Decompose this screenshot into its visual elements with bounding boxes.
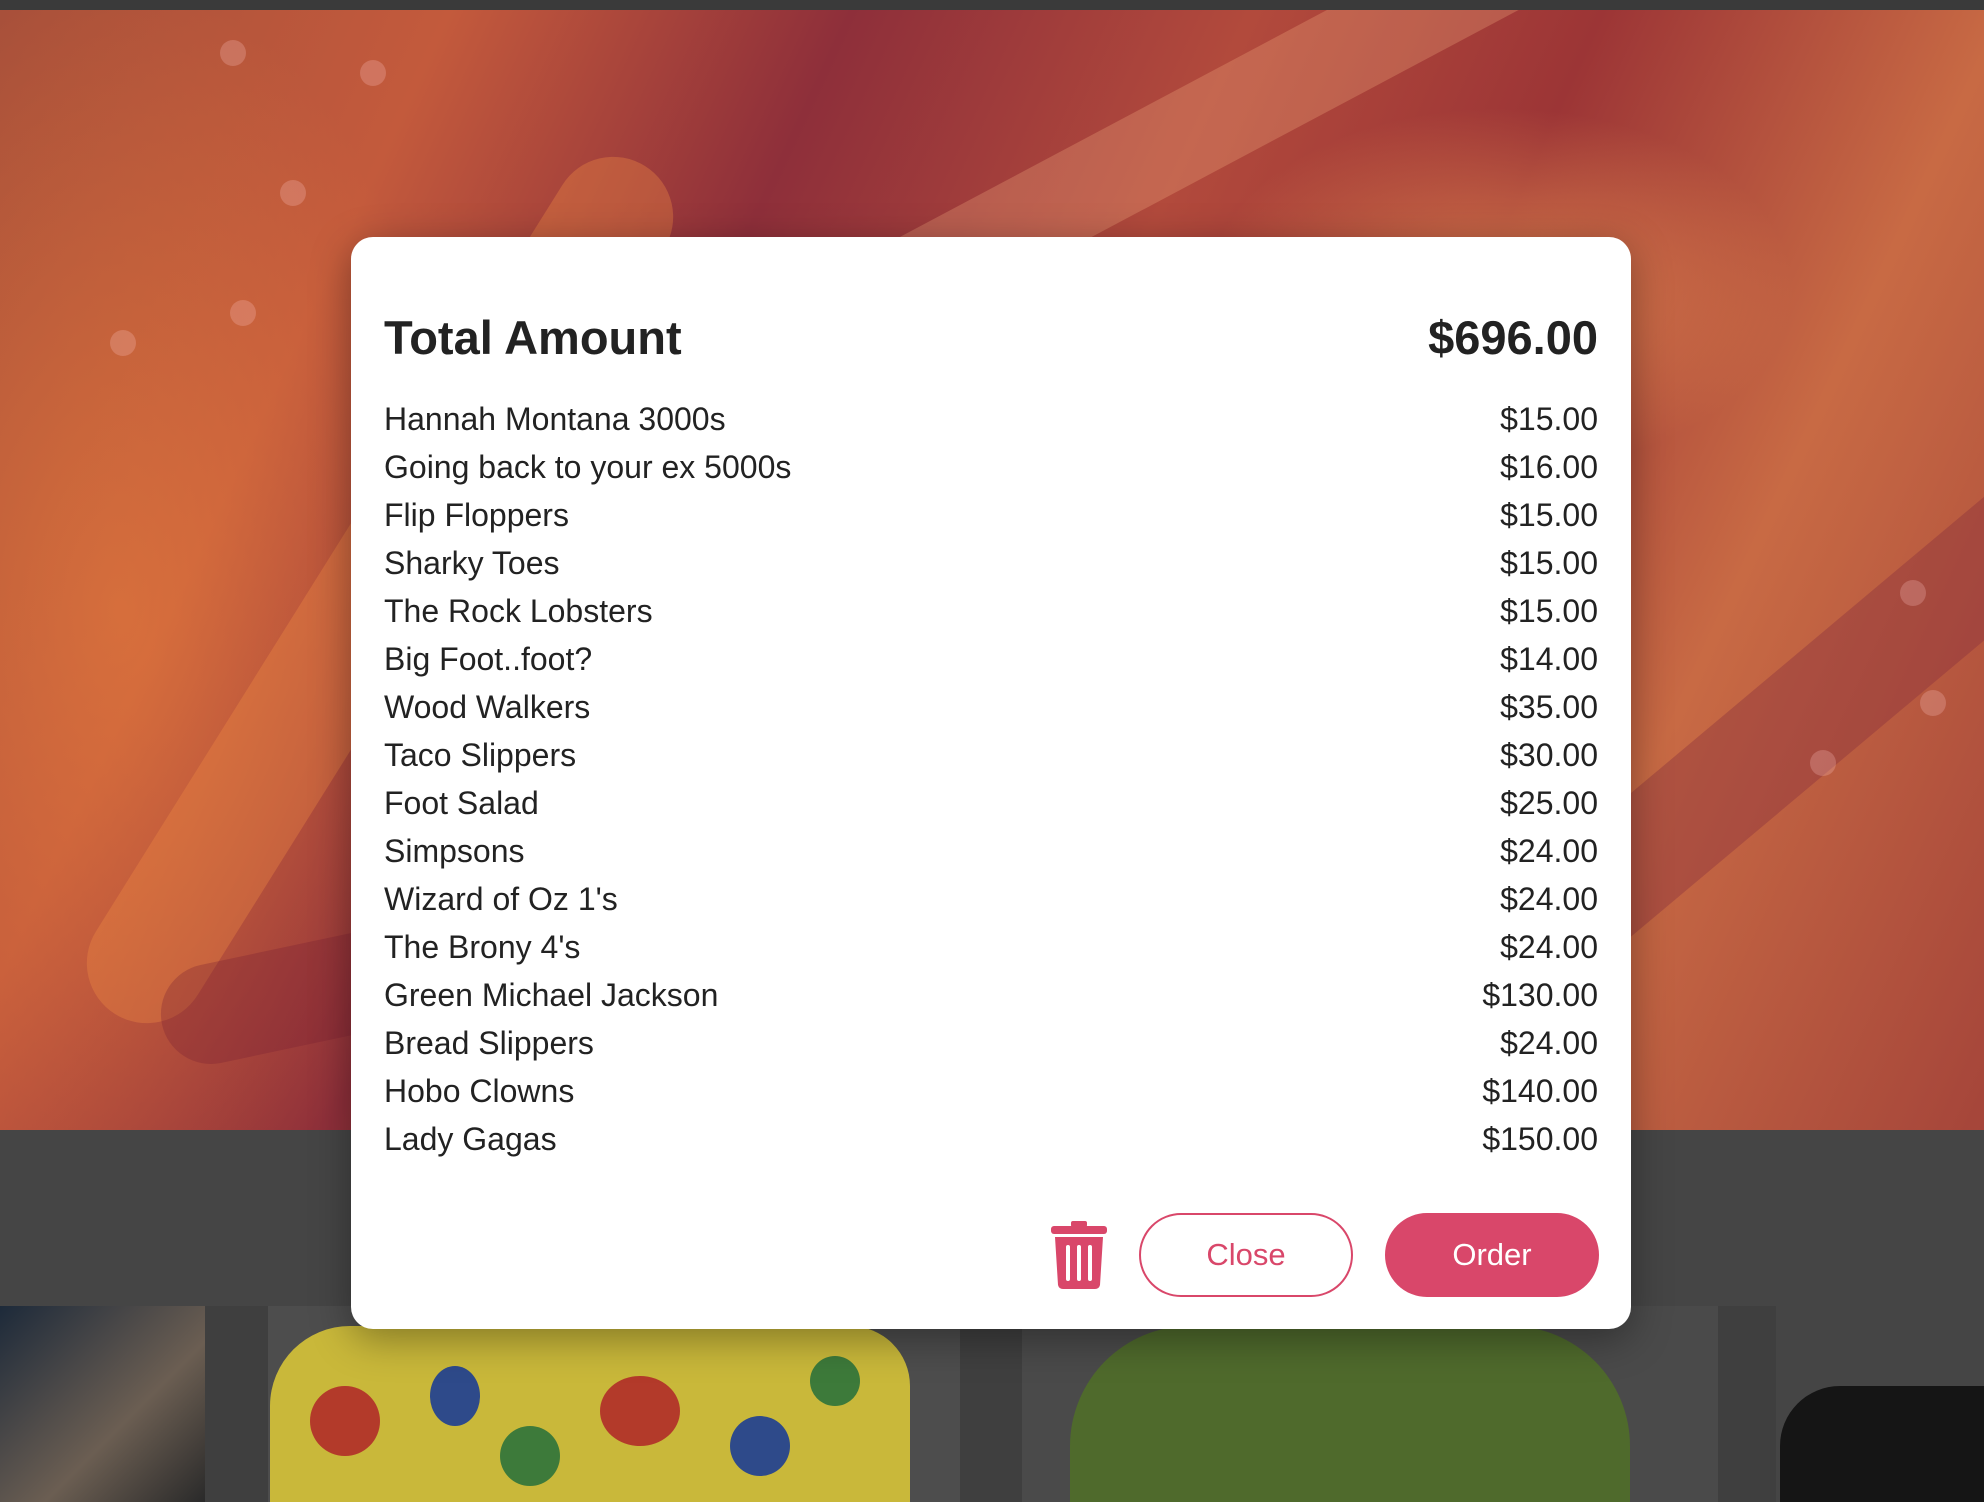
- cart-item: Wizard of Oz 1's $24.00: [384, 875, 1598, 923]
- product-card[interactable]: [0, 1306, 205, 1502]
- cart-item-name: Big Foot..foot?: [384, 640, 593, 677]
- cart-item-name: The Brony 4's: [384, 928, 581, 965]
- cart-item-price: $14.00: [1500, 640, 1598, 677]
- cart-modal: Total Amount $696.00 Hannah Montana 3000…: [351, 237, 1631, 1329]
- product-image-spot: [310, 1386, 380, 1456]
- browser-top-bar: [0, 0, 1984, 10]
- cart-item-name: Hobo Clowns: [384, 1072, 575, 1109]
- cart-item-name: Flip Floppers: [384, 496, 569, 533]
- cart-item-price: $15.00: [1500, 592, 1598, 629]
- cart-item: Green Michael Jackson $130.00: [384, 971, 1598, 1019]
- product-image: [1070, 1326, 1630, 1502]
- cart-item-price: $15.00: [1500, 496, 1598, 533]
- cart-item-name: Green Michael Jackson: [384, 976, 719, 1013]
- cart-item-price: $25.00: [1500, 784, 1598, 821]
- hero-dot: [1810, 750, 1836, 776]
- cart-item-price: $24.00: [1500, 1024, 1598, 1061]
- order-button[interactable]: Order: [1385, 1213, 1599, 1297]
- cart-item: Simpsons $24.00: [384, 827, 1598, 875]
- cart-item: The Rock Lobsters $15.00: [384, 587, 1598, 635]
- cart-item-price: $140.00: [1482, 1072, 1598, 1109]
- hero-dot: [230, 300, 256, 326]
- product-image-spot: [600, 1376, 680, 1446]
- cart-item-name: Wood Walkers: [384, 688, 591, 725]
- cart-item-name: Foot Salad: [384, 784, 539, 821]
- cart-total: $696.00: [1428, 310, 1598, 364]
- cart-item-price: $30.00: [1500, 736, 1598, 773]
- product-image: [1780, 1386, 1984, 1502]
- cart-item-price: $24.00: [1500, 832, 1598, 869]
- cart-item: Lady Gagas $150.00: [384, 1115, 1598, 1163]
- cart-actions: Close Order: [1051, 1213, 1599, 1297]
- cart-items-list: Hannah Montana 3000s $15.00 Going back to …: [384, 395, 1598, 1163]
- cart-item: The Brony 4's $24.00: [384, 923, 1598, 971]
- hero-dot: [280, 180, 306, 206]
- cart-item-name: The Rock Lobsters: [384, 592, 653, 629]
- product-image-spot: [810, 1356, 860, 1406]
- cart-item: Flip Floppers $15.00: [384, 491, 1598, 539]
- cart-item-price: $130.00: [1482, 976, 1598, 1013]
- product-image-spot: [730, 1416, 790, 1476]
- cart-item-price: $16.00: [1500, 448, 1598, 485]
- cart-item-name: Hannah Montana 3000s: [384, 400, 726, 437]
- cart-item: Taco Slippers $30.00: [384, 731, 1598, 779]
- cart-item-name: Simpsons: [384, 832, 525, 869]
- cart-item-price: $24.00: [1500, 880, 1598, 917]
- cart-item-price: $15.00: [1500, 400, 1598, 437]
- product-grid: [0, 1306, 1984, 1502]
- cart-title: Total Amount: [384, 310, 682, 364]
- cart-item: Hannah Montana 3000s $15.00: [384, 395, 1598, 443]
- hero-dot: [110, 330, 136, 356]
- cart-item-price: $150.00: [1482, 1120, 1598, 1157]
- hero-dot: [220, 40, 246, 66]
- product-image: [270, 1326, 910, 1502]
- hero-dot: [1900, 580, 1926, 606]
- cart-item-name: Taco Slippers: [384, 736, 577, 773]
- cart-item-price: $35.00: [1500, 688, 1598, 725]
- cart-item: Foot Salad $25.00: [384, 779, 1598, 827]
- trash-icon[interactable]: [1051, 1221, 1107, 1289]
- cart-item-name: Bread Slippers: [384, 1024, 594, 1061]
- cart-header: Total Amount $696.00: [384, 307, 1598, 367]
- cart-item-name: Going back to your ex 5000s: [384, 448, 792, 485]
- cart-item: Bread Slippers $24.00: [384, 1019, 1598, 1067]
- close-button[interactable]: Close: [1139, 1213, 1353, 1297]
- product-image-spot: [430, 1366, 480, 1426]
- cart-item: Big Foot..foot? $14.00: [384, 635, 1598, 683]
- cart-item-price: $24.00: [1500, 928, 1598, 965]
- hero-dot: [1920, 690, 1946, 716]
- cart-item-name: Sharky Toes: [384, 544, 560, 581]
- cart-item-name: Lady Gagas: [384, 1120, 557, 1157]
- product-image-spot: [500, 1426, 560, 1486]
- cart-item-price: $15.00: [1500, 544, 1598, 581]
- cart-item: Going back to your ex 5000s $16.00: [384, 443, 1598, 491]
- cart-item: Wood Walkers $35.00: [384, 683, 1598, 731]
- hero-dot: [360, 60, 386, 86]
- cart-item: Hobo Clowns $140.00: [384, 1067, 1598, 1115]
- cart-item-name: Wizard of Oz 1's: [384, 880, 618, 917]
- cart-item: Sharky Toes $15.00: [384, 539, 1598, 587]
